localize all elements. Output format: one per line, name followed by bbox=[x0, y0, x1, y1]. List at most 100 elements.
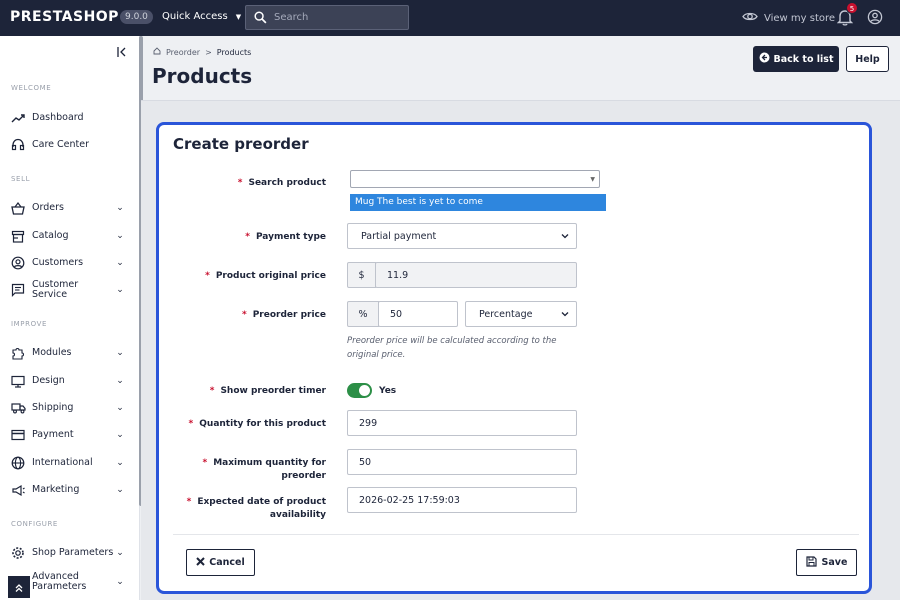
sidebar-item-shop-parameters[interactable]: Shop Parameters ⌄ bbox=[0, 542, 138, 564]
preorder-price-label: * Preorder price bbox=[241, 310, 326, 320]
view-store-link[interactable]: View my store bbox=[742, 11, 835, 25]
chevron-down-icon: ⌄ bbox=[116, 203, 124, 213]
search-icon bbox=[246, 6, 274, 29]
chevron-down-icon: ⌄ bbox=[116, 485, 124, 495]
original-price-input: 11.9 bbox=[375, 262, 577, 288]
section-improve: IMPROVE bbox=[11, 320, 47, 328]
payment-type-value: Partial payment bbox=[361, 230, 437, 242]
eye-icon bbox=[742, 11, 758, 25]
search-product-select[interactable]: ▼ bbox=[350, 170, 600, 188]
preorder-price-help: Preorder price will be calculated accord… bbox=[347, 336, 557, 360]
help-button[interactable]: Help bbox=[846, 46, 889, 72]
chevron-down-icon: ⌄ bbox=[116, 348, 124, 358]
chat-icon bbox=[10, 282, 26, 298]
sidebar-item-customers[interactable]: Customers ⌄ bbox=[0, 252, 138, 274]
truck-icon bbox=[10, 400, 26, 416]
sidebar-item-care-center[interactable]: Care Center bbox=[0, 134, 138, 156]
chevron-down-icon: ⌄ bbox=[116, 403, 124, 413]
sidebar-item-label: Customers bbox=[32, 257, 84, 268]
chevron-down-icon: ⌄ bbox=[116, 285, 124, 295]
breadcrumb: Preorder > Products bbox=[153, 47, 251, 57]
chevron-down-icon: ⌄ bbox=[116, 430, 124, 440]
expected-date-label: * Expected date of product availability bbox=[186, 497, 326, 520]
version-badge: 9.0.0 bbox=[120, 10, 153, 24]
sidebar-item-customer-service[interactable]: Customer Service ⌄ bbox=[0, 279, 138, 301]
save-label: Save bbox=[821, 557, 848, 568]
sidebar-item-international[interactable]: International ⌄ bbox=[0, 452, 138, 474]
view-store-label: View my store bbox=[764, 12, 836, 24]
store-icon bbox=[10, 228, 26, 244]
quantity-label: * Quantity for this product bbox=[188, 419, 326, 429]
chevron-down-icon: ⌄ bbox=[116, 548, 124, 558]
sidebar-item-label: Marketing bbox=[32, 484, 80, 495]
sidebar-item-dashboard[interactable]: Dashboard bbox=[0, 107, 138, 129]
back-to-list-button[interactable]: Back to list bbox=[753, 46, 839, 72]
sidebar-item-marketing[interactable]: Marketing ⌄ bbox=[0, 479, 138, 501]
create-preorder-modal: Create preorder * Search product ▼ Mug Th… bbox=[156, 122, 872, 594]
chevron-down-icon: ⌄ bbox=[116, 231, 124, 241]
sidebar-item-label: Care Center bbox=[32, 139, 89, 150]
search-input[interactable] bbox=[274, 12, 394, 23]
original-price-label: * Product original price bbox=[205, 271, 326, 281]
basket-icon bbox=[10, 200, 26, 216]
section-sell: SELL bbox=[11, 175, 31, 183]
sidebar-item-label: Payment bbox=[32, 429, 74, 440]
quick-access-dropdown[interactable]: Quick Access ▼ bbox=[162, 11, 241, 22]
account-circle-icon bbox=[10, 255, 26, 271]
preorder-price-type-select[interactable]: Percentage bbox=[465, 301, 577, 327]
save-button[interactable]: Save bbox=[796, 549, 857, 576]
sidebar-item-label: Shipping bbox=[32, 402, 74, 413]
sidebar-item-label: International bbox=[32, 457, 93, 468]
sidebar-item-design[interactable]: Design ⌄ bbox=[0, 370, 138, 392]
breadcrumb-products: Products bbox=[216, 47, 252, 57]
cancel-button[interactable]: Cancel bbox=[186, 549, 255, 576]
sidebar-item-shipping[interactable]: Shipping ⌄ bbox=[0, 397, 138, 419]
top-bar: PRESTASHOP 9.0.0 Quick Access ▼ View my … bbox=[0, 0, 900, 36]
sidebar-item-modules[interactable]: Modules ⌄ bbox=[0, 342, 138, 364]
scroll-to-top-button[interactable] bbox=[8, 576, 30, 598]
search-box[interactable] bbox=[245, 5, 409, 30]
chevron-down-icon: ⌄ bbox=[116, 577, 124, 587]
prestashop-logo[interactable]: PRESTASHOP bbox=[10, 9, 119, 25]
search-product-label: * Search product bbox=[237, 178, 326, 188]
chevron-down-icon: ⌄ bbox=[116, 258, 124, 268]
sidebar-item-catalog[interactable]: Catalog ⌄ bbox=[0, 225, 138, 247]
arrow-left-circle-icon bbox=[759, 52, 770, 66]
caret-down-icon: ▼ bbox=[235, 12, 242, 21]
desktop-icon bbox=[10, 373, 26, 389]
show-timer-toggle[interactable] bbox=[347, 383, 372, 398]
credit-card-icon bbox=[10, 427, 26, 443]
sidebar-item-label: Orders bbox=[32, 202, 64, 213]
payment-type-label: * Payment type bbox=[245, 232, 326, 242]
puzzle-icon bbox=[10, 345, 26, 361]
chevron-down-icon: ⌄ bbox=[116, 458, 124, 468]
max-quantity-label: * Maximum quantity for preorder bbox=[202, 458, 327, 481]
sidebar-item-payment[interactable]: Payment ⌄ bbox=[0, 424, 138, 446]
chevron-down-icon bbox=[561, 310, 569, 318]
chevron-down-icon: ⌄ bbox=[116, 376, 124, 386]
quantity-input[interactable]: 299 bbox=[347, 410, 577, 436]
breadcrumb-preorder[interactable]: Preorder bbox=[166, 48, 200, 57]
double-chevron-up-icon bbox=[14, 578, 24, 597]
preorder-price-input[interactable]: 50 bbox=[378, 301, 458, 327]
section-welcome: WELCOME bbox=[11, 84, 52, 92]
account-icon[interactable] bbox=[867, 9, 885, 27]
close-icon bbox=[196, 556, 205, 569]
trending-up-icon bbox=[10, 110, 26, 126]
collapse-sidebar-icon[interactable] bbox=[116, 43, 130, 57]
breadcrumb-separator: > bbox=[205, 47, 212, 57]
show-timer-label: * Show preorder timer bbox=[209, 386, 326, 396]
headset-icon bbox=[10, 137, 26, 153]
payment-type-select[interactable]: Partial payment bbox=[347, 223, 577, 249]
sidebar-item-label: Advanced Parameters bbox=[32, 571, 87, 592]
sidebar-item-label: Catalog bbox=[32, 230, 69, 241]
expected-date-input[interactable]: 2026-02-25 17:59:03 bbox=[347, 487, 577, 513]
preorder-price-type-value: Percentage bbox=[479, 308, 533, 320]
caret-down-icon: ▼ bbox=[590, 176, 595, 183]
back-to-list-label: Back to list bbox=[773, 53, 834, 65]
sidebar-item-orders[interactable]: Orders ⌄ bbox=[0, 197, 138, 219]
search-product-option[interactable]: Mug The best is yet to come bbox=[350, 194, 606, 211]
max-quantity-input[interactable]: 50 bbox=[347, 449, 577, 475]
globe-icon bbox=[10, 455, 26, 471]
sidebar-item-label: Design bbox=[32, 375, 65, 386]
